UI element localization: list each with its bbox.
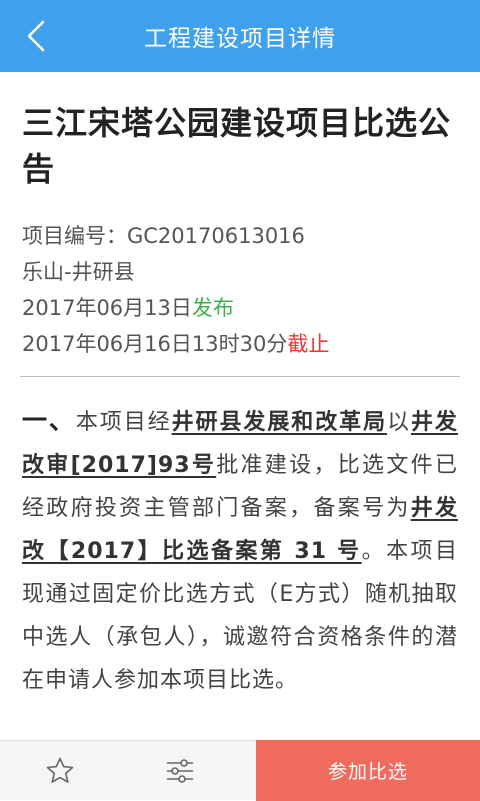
section-number: 一、 bbox=[22, 406, 76, 435]
top-bar: 工程建设项目详情 bbox=[0, 0, 480, 72]
project-region: 乐山-井研县 bbox=[22, 260, 135, 284]
back-button[interactable] bbox=[14, 14, 58, 58]
publish-label: 发布 bbox=[191, 296, 234, 320]
filter-button[interactable] bbox=[120, 741, 240, 801]
deadline-line: 2017年06月16日13时30分截止 bbox=[22, 326, 458, 362]
approval-authority: 井研县发展和改革局 bbox=[171, 410, 388, 435]
deadline-date: 2017年06月16日13时30分 bbox=[22, 332, 288, 356]
article-content[interactable]: 三江宋塔公园建设项目比选公告 项目编号：GC20170613016 乐山-井研县… bbox=[0, 72, 480, 740]
page-title: 工程建设项目详情 bbox=[144, 26, 336, 52]
article-title: 三江宋塔公园建设项目比选公告 bbox=[22, 104, 452, 188]
deadline-label: 截止 bbox=[287, 332, 330, 356]
join-bidding-button[interactable]: 参加比选 bbox=[256, 740, 480, 801]
body-text-2: 以 bbox=[387, 410, 411, 435]
article-meta: 项目编号：GC20170613016 乐山-井研县 2017年06月13日发布 … bbox=[22, 218, 458, 362]
star-outline-icon bbox=[46, 757, 74, 783]
publish-line: 2017年06月13日发布 bbox=[22, 290, 458, 326]
chevron-left-icon bbox=[27, 20, 45, 52]
project-number: 项目编号：GC20170613016 bbox=[22, 224, 305, 248]
publish-date: 2017年06月13日 bbox=[22, 296, 192, 320]
sliders-icon bbox=[167, 759, 193, 783]
body-text-1: 本项目经 bbox=[75, 410, 172, 435]
divider bbox=[20, 376, 460, 377]
bottom-bar: 参加比选 bbox=[0, 740, 480, 801]
article-body: 一、本项目经井研县发展和改革局以井发改审[2017]93号批准建设，比选文件已经… bbox=[22, 399, 458, 702]
favorite-button[interactable] bbox=[0, 741, 120, 801]
